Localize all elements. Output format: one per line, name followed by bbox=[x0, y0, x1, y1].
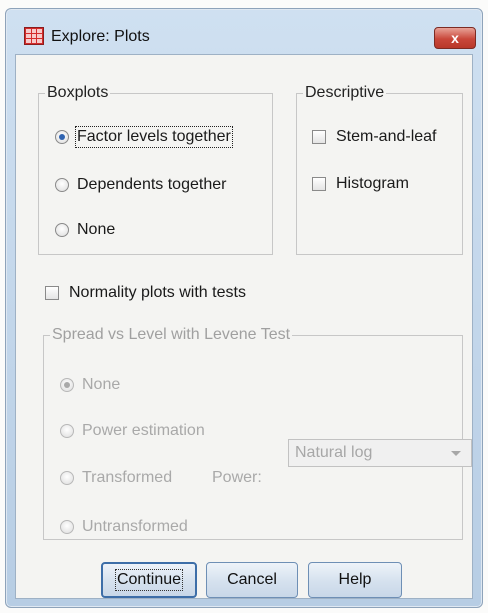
checkbox-icon bbox=[312, 177, 326, 191]
radio-label: None bbox=[82, 376, 121, 393]
radio-none[interactable]: None bbox=[55, 221, 115, 239]
spread-vs-level-group: Spread vs Level with Levene Test None Po… bbox=[43, 326, 463, 540]
checkbox-label: Stem-and-leaf bbox=[336, 128, 437, 145]
radio-label: None bbox=[77, 221, 116, 238]
checkbox-icon bbox=[45, 286, 59, 300]
checkbox-label: Normality plots with tests bbox=[69, 284, 246, 301]
close-button[interactable]: x bbox=[434, 27, 476, 49]
continue-button[interactable]: Continue bbox=[101, 562, 197, 598]
boxplots-legend: Boxplots bbox=[45, 84, 111, 102]
dialog-content: Boxplots Factor levels together Dependen… bbox=[15, 54, 473, 599]
radio-transformed[interactable]: Transformed bbox=[60, 469, 172, 487]
radio-button-icon bbox=[60, 424, 74, 438]
power-label: Power: bbox=[212, 469, 262, 486]
radio-spread-none[interactable]: None bbox=[60, 376, 120, 394]
radio-power-estimation[interactable]: Power estimation bbox=[60, 422, 205, 440]
checkbox-normality-plots[interactable]: Normality plots with tests bbox=[45, 284, 246, 302]
radio-button-icon bbox=[55, 130, 69, 144]
radio-dependents-together[interactable]: Dependents together bbox=[55, 176, 226, 194]
cancel-button-label: Cancel bbox=[227, 571, 277, 588]
explore-plots-dialog: Explore: Plots x Boxplots Factor levels … bbox=[5, 8, 483, 608]
checkbox-histogram[interactable]: Histogram bbox=[312, 175, 409, 193]
continue-button-label: Continue bbox=[114, 569, 184, 591]
radio-factor-levels-together[interactable]: Factor levels together bbox=[55, 126, 233, 148]
descriptive-group: Descriptive Stem-and-leaf Histogram bbox=[296, 84, 463, 255]
radio-label: Factor levels together bbox=[75, 126, 233, 148]
radio-label: Transformed bbox=[82, 469, 173, 486]
radio-button-icon bbox=[60, 378, 74, 392]
window-title: Explore: Plots bbox=[51, 28, 150, 45]
help-button-label: Help bbox=[338, 571, 372, 588]
radio-button-icon bbox=[60, 471, 74, 485]
radio-untransformed[interactable]: Untransformed bbox=[60, 518, 188, 536]
descriptive-legend: Descriptive bbox=[303, 84, 387, 102]
help-button[interactable]: Help bbox=[308, 562, 402, 598]
chevron-down-icon bbox=[451, 451, 461, 456]
radio-label: Power estimation bbox=[82, 422, 205, 439]
radio-label: Dependents together bbox=[77, 176, 227, 193]
boxplots-group: Boxplots Factor levels together Dependen… bbox=[38, 84, 273, 255]
spss-table-icon bbox=[24, 27, 44, 45]
cancel-button[interactable]: Cancel bbox=[206, 562, 298, 598]
spread-vs-level-legend: Spread vs Level with Levene Test bbox=[50, 326, 293, 344]
radio-label: Untransformed bbox=[82, 518, 188, 535]
power-dropdown[interactable]: Natural log bbox=[288, 439, 472, 467]
title-bar[interactable]: Explore: Plots x bbox=[6, 9, 482, 51]
radio-button-icon bbox=[55, 178, 69, 192]
checkbox-stem-and-leaf[interactable]: Stem-and-leaf bbox=[312, 128, 437, 146]
radio-button-icon bbox=[60, 520, 74, 534]
radio-button-icon bbox=[55, 223, 69, 237]
checkbox-label: Histogram bbox=[336, 175, 409, 192]
power-dropdown-value: Natural log bbox=[295, 444, 373, 461]
checkbox-icon bbox=[312, 130, 326, 144]
